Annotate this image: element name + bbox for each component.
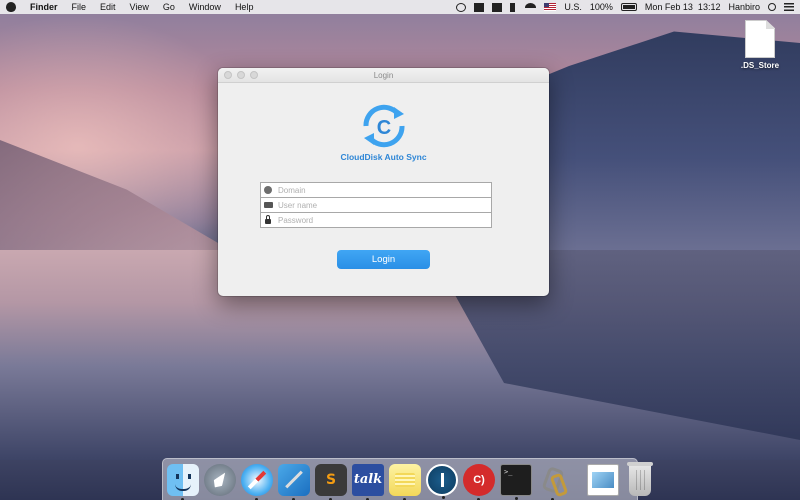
battery-icon[interactable] [620, 3, 637, 11]
trash-icon[interactable] [627, 461, 653, 496]
login-form [260, 182, 492, 228]
window-title: Login [373, 71, 394, 80]
input-source-label[interactable]: U.S. [564, 2, 582, 12]
user-name[interactable]: Hanbiro [728, 2, 760, 12]
password-field[interactable] [260, 212, 492, 228]
running-indicator [515, 496, 518, 500]
user-card-icon [261, 202, 275, 208]
status-area: U.S. 100% Mon Feb 13 13:12 Hanbiro [456, 2, 794, 12]
globe-icon [261, 186, 275, 194]
document-icon [745, 20, 775, 58]
clouddisk-dock-icon[interactable]: C) [463, 463, 495, 500]
lock-icon [261, 215, 275, 224]
volume-icon[interactable] [510, 2, 517, 12]
menu-window[interactable]: Window [189, 2, 221, 12]
sublime-text-icon[interactable] [315, 463, 347, 500]
clock[interactable]: Mon Feb 13 13:12 [645, 2, 721, 12]
clouddisk-dock-label: C) [473, 473, 485, 486]
apple-menu-icon[interactable] [6, 2, 16, 12]
keychain-access-icon[interactable] [537, 464, 569, 500]
desktop-file-ds-store[interactable]: .DS_Store [736, 20, 784, 70]
dock: talk C) >_ [162, 458, 653, 500]
zoom-button[interactable] [250, 71, 258, 79]
minimize-button[interactable] [237, 71, 245, 79]
login-window: Login C CloudDisk Auto Sync Login [218, 68, 549, 296]
safari-icon[interactable] [241, 463, 273, 500]
adobe-icon[interactable] [474, 2, 485, 12]
menu-help[interactable]: Help [235, 2, 254, 12]
app-name-label: CloudDisk Auto Sync [340, 152, 427, 162]
domain-field[interactable] [260, 182, 492, 198]
terminal-prompt: >_ [504, 467, 513, 476]
airplay-icon[interactable] [492, 2, 503, 12]
menu-bar: Finder File Edit View Go Window Help U.S… [0, 0, 800, 14]
menu-app-name[interactable]: Finder [30, 2, 58, 12]
login-button[interactable]: Login [337, 250, 430, 269]
menu-file[interactable]: File [72, 2, 87, 12]
terminal-icon[interactable]: >_ [500, 463, 532, 500]
wifi-icon[interactable] [525, 2, 537, 12]
finder-icon[interactable] [167, 463, 199, 500]
talk-label: talk [353, 472, 383, 487]
talk-app-icon[interactable]: talk [352, 463, 384, 500]
domain-input[interactable] [275, 183, 491, 197]
window-titlebar[interactable]: Login [218, 68, 549, 83]
desktop-file-label: .DS_Store [740, 61, 780, 70]
us-flag-icon[interactable] [544, 3, 557, 11]
downloads-stack-icon[interactable] [587, 463, 619, 496]
launchpad-icon[interactable] [204, 463, 236, 496]
stickies-icon[interactable] [389, 463, 421, 500]
username-input[interactable] [275, 198, 491, 212]
menu-view[interactable]: View [130, 2, 149, 12]
running-indicator [442, 495, 445, 499]
clouddisk-logo-icon: C [363, 104, 405, 148]
notification-center-icon[interactable] [784, 3, 794, 11]
password-input[interactable] [275, 213, 491, 227]
sourcetree-icon[interactable] [426, 463, 458, 499]
logo-letter: C [377, 117, 391, 139]
xcode-icon[interactable] [278, 463, 310, 500]
battery-percent[interactable]: 100% [590, 2, 613, 12]
menu-edit[interactable]: Edit [100, 2, 116, 12]
username-field[interactable] [260, 197, 492, 213]
spotlight-search-icon[interactable] [768, 3, 776, 11]
sync-status-icon[interactable] [456, 2, 467, 12]
close-button[interactable] [224, 71, 232, 79]
menu-go[interactable]: Go [163, 2, 175, 12]
